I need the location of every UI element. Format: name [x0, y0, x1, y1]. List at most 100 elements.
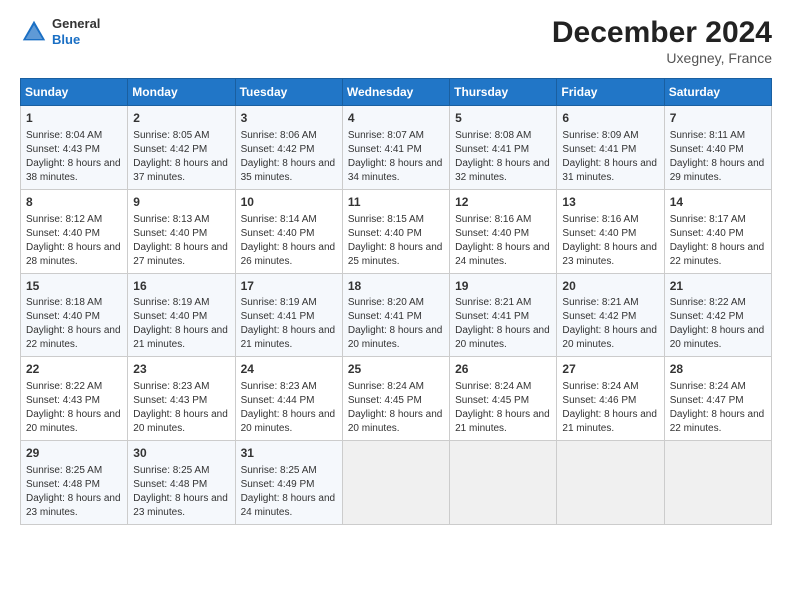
day-number: 30 [133, 445, 229, 462]
sunset-text: Sunset: 4:48 PM [26, 479, 100, 490]
calendar-cell: 2Sunrise: 8:05 AMSunset: 4:42 PMDaylight… [128, 106, 235, 190]
sunset-text: Sunset: 4:40 PM [455, 228, 529, 239]
calendar-cell: 18Sunrise: 8:20 AMSunset: 4:41 PMDayligh… [342, 273, 449, 357]
daylight-text: Daylight: 8 hours and 20 minutes. [455, 325, 550, 350]
daylight-text: Daylight: 8 hours and 20 minutes. [26, 409, 121, 434]
sunset-text: Sunset: 4:49 PM [241, 479, 315, 490]
daylight-text: Daylight: 8 hours and 20 minutes. [241, 409, 336, 434]
calendar-cell: 29 Sunrise: 8:25 AM Sunset: 4:48 PM Dayligh… [21, 441, 128, 525]
sunrise-text: Sunrise: 8:19 AM [133, 297, 209, 308]
day-number: 24 [241, 361, 337, 378]
sunrise-text: Sunrise: 8:22 AM [670, 297, 746, 308]
daylight-text: Daylight: 8 hours and 23 minutes. [26, 493, 121, 518]
daylight-text: Daylight: 8 hours and 21 minutes. [133, 325, 228, 350]
sunrise-text: Sunrise: 8:20 AM [348, 297, 424, 308]
day-number: 10 [241, 194, 337, 211]
daylight-text: Daylight: 8 hours and 29 minutes. [670, 158, 765, 183]
sunset-text: Sunset: 4:41 PM [562, 144, 636, 155]
sunset-text: Sunset: 4:45 PM [348, 395, 422, 406]
sunrise-text: Sunrise: 8:16 AM [455, 214, 531, 225]
daylight-text: Daylight: 8 hours and 38 minutes. [26, 158, 121, 183]
day-header-saturday: Saturday [664, 79, 771, 106]
day-number: 1 [26, 110, 122, 127]
calendar-cell: 20Sunrise: 8:21 AMSunset: 4:42 PMDayligh… [557, 273, 664, 357]
sunset-text: Sunset: 4:41 PM [455, 311, 529, 322]
day-number: 16 [133, 278, 229, 295]
calendar-cell: 19Sunrise: 8:21 AMSunset: 4:41 PMDayligh… [450, 273, 557, 357]
daylight-text: Daylight: 8 hours and 20 minutes. [133, 409, 228, 434]
sunrise-text: Sunrise: 8:05 AM [133, 130, 209, 141]
day-number: 11 [348, 194, 444, 211]
day-number: 21 [670, 278, 766, 295]
calendar-cell [342, 441, 449, 525]
sunset-text: Sunset: 4:46 PM [562, 395, 636, 406]
calendar-row: 1Sunrise: 8:04 AMSunset: 4:43 PMDaylight… [21, 106, 772, 190]
sunset-text: Sunset: 4:47 PM [670, 395, 744, 406]
sunrise-text: Sunrise: 8:23 AM [241, 381, 317, 392]
sunrise-text: Sunrise: 8:04 AM [26, 130, 102, 141]
sunset-text: Sunset: 4:40 PM [670, 144, 744, 155]
daylight-text: Daylight: 8 hours and 35 minutes. [241, 158, 336, 183]
daylight-text: Daylight: 8 hours and 25 minutes. [348, 242, 443, 267]
sunset-text: Sunset: 4:40 PM [562, 228, 636, 239]
day-number: 6 [562, 110, 658, 127]
sunrise-text: Sunrise: 8:24 AM [455, 381, 531, 392]
daylight-text: Daylight: 8 hours and 21 minutes. [455, 409, 550, 434]
calendar-cell: 12Sunrise: 8:16 AMSunset: 4:40 PMDayligh… [450, 189, 557, 273]
day-number: 27 [562, 361, 658, 378]
sunrise-text: Sunrise: 8:18 AM [26, 297, 102, 308]
calendar-cell: 31Sunrise: 8:25 AMSunset: 4:49 PMDayligh… [235, 441, 342, 525]
sunrise-text: Sunrise: 8:14 AM [241, 214, 317, 225]
calendar-row: 22Sunrise: 8:22 AMSunset: 4:43 PMDayligh… [21, 357, 772, 441]
calendar-cell: 21Sunrise: 8:22 AMSunset: 4:42 PMDayligh… [664, 273, 771, 357]
calendar-cell: 25Sunrise: 8:24 AMSunset: 4:45 PMDayligh… [342, 357, 449, 441]
day-number: 9 [133, 194, 229, 211]
calendar-row: 8Sunrise: 8:12 AMSunset: 4:40 PMDaylight… [21, 189, 772, 273]
daylight-text: Daylight: 8 hours and 34 minutes. [348, 158, 443, 183]
sunset-text: Sunset: 4:43 PM [26, 395, 100, 406]
day-header-wednesday: Wednesday [342, 79, 449, 106]
sunset-text: Sunset: 4:48 PM [133, 479, 207, 490]
calendar-cell: 4Sunrise: 8:07 AMSunset: 4:41 PMDaylight… [342, 106, 449, 190]
daylight-text: Daylight: 8 hours and 27 minutes. [133, 242, 228, 267]
day-number: 18 [348, 278, 444, 295]
calendar-cell: 22Sunrise: 8:22 AMSunset: 4:43 PMDayligh… [21, 357, 128, 441]
sunrise-text: Sunrise: 8:13 AM [133, 214, 209, 225]
daylight-text: Daylight: 8 hours and 28 minutes. [26, 242, 121, 267]
calendar-cell: 23Sunrise: 8:23 AMSunset: 4:43 PMDayligh… [128, 357, 235, 441]
daylight-text: Daylight: 8 hours and 24 minutes. [455, 242, 550, 267]
calendar-cell: 27Sunrise: 8:24 AMSunset: 4:46 PMDayligh… [557, 357, 664, 441]
logo-icon [20, 18, 48, 46]
daylight-text: Daylight: 8 hours and 32 minutes. [455, 158, 550, 183]
daylight-text: Daylight: 8 hours and 24 minutes. [241, 493, 336, 518]
sunrise-text: Sunrise: 8:06 AM [241, 130, 317, 141]
day-header-sunday: Sunday [21, 79, 128, 106]
day-number: 13 [562, 194, 658, 211]
daylight-text: Daylight: 8 hours and 26 minutes. [241, 242, 336, 267]
daylight-text: Daylight: 8 hours and 23 minutes. [562, 242, 657, 267]
day-header-tuesday: Tuesday [235, 79, 342, 106]
sunrise-text: Sunrise: 8:25 AM [26, 465, 102, 476]
sunset-text: Sunset: 4:42 PM [562, 311, 636, 322]
day-number: 17 [241, 278, 337, 295]
day-header-friday: Friday [557, 79, 664, 106]
day-number: 29 [26, 445, 122, 462]
sunrise-text: Sunrise: 8:24 AM [348, 381, 424, 392]
sunrise-text: Sunrise: 8:21 AM [562, 297, 638, 308]
calendar-cell: 9Sunrise: 8:13 AMSunset: 4:40 PMDaylight… [128, 189, 235, 273]
day-number: 5 [455, 110, 551, 127]
month-title: December 2024 [552, 16, 772, 50]
page-header: General Blue December 2024 Uxegney, Fran… [20, 16, 772, 66]
day-number: 22 [26, 361, 122, 378]
sunset-text: Sunset: 4:40 PM [26, 311, 100, 322]
day-number: 23 [133, 361, 229, 378]
day-number: 7 [670, 110, 766, 127]
calendar-cell: 26Sunrise: 8:24 AMSunset: 4:45 PMDayligh… [450, 357, 557, 441]
sunrise-text: Sunrise: 8:07 AM [348, 130, 424, 141]
calendar-cell: 16 Sunrise: 8:19 AM Sunset: 4:40 PM Dayligh… [128, 273, 235, 357]
daylight-text: Daylight: 8 hours and 23 minutes. [133, 493, 228, 518]
daylight-text: Daylight: 8 hours and 20 minutes. [348, 325, 443, 350]
sunset-text: Sunset: 4:40 PM [133, 311, 207, 322]
sunrise-text: Sunrise: 8:25 AM [133, 465, 209, 476]
calendar-row: 15Sunrise: 8:18 AMSunset: 4:40 PMDayligh… [21, 273, 772, 357]
